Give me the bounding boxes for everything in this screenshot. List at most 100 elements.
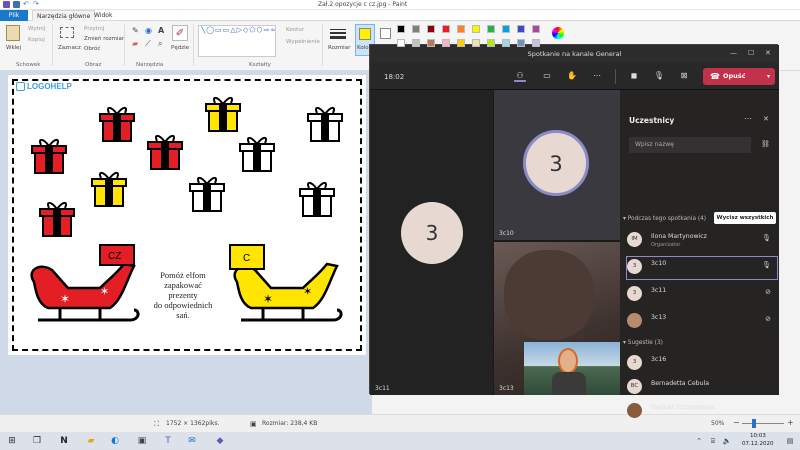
rotate-button[interactable]: Obróć xyxy=(84,46,100,52)
tab-view[interactable]: Widok xyxy=(90,10,116,21)
close-icon[interactable]: ✕ xyxy=(765,49,771,57)
file-explorer-icon[interactable]: ▰ xyxy=(85,435,97,447)
drawing-canvas[interactable]: ✶ ✶ CZ ✶ ✶ C Pomóż elfom zapakować prezenty d… xyxy=(8,75,366,355)
palette-swatch[interactable] xyxy=(502,25,510,33)
more-actions-icon[interactable]: ⋯ xyxy=(591,70,603,82)
color2-swatch[interactable] xyxy=(380,28,391,39)
zoom-slider[interactable] xyxy=(742,423,784,424)
tab-file[interactable]: Plik xyxy=(0,10,28,21)
palette-swatch[interactable] xyxy=(427,39,435,47)
palette-swatch[interactable] xyxy=(487,25,495,33)
teams-icon[interactable]: T xyxy=(162,435,174,447)
notion-icon[interactable]: N xyxy=(58,435,70,447)
search-input[interactable]: Wpisz nazwę xyxy=(629,137,751,153)
chevron-down-icon[interactable]: ▾ xyxy=(767,68,770,85)
palette-swatch[interactable] xyxy=(517,39,525,47)
palette-swatch[interactable] xyxy=(427,25,435,33)
edge-icon[interactable]: ◐ xyxy=(109,435,121,447)
palette-swatch[interactable] xyxy=(412,25,420,33)
eraser-icon[interactable]: ▰ xyxy=(132,39,138,48)
palette-swatch[interactable] xyxy=(397,25,405,33)
palette-swatch[interactable] xyxy=(472,39,480,47)
suggested-row[interactable]: BC Bernadetta Cebula xyxy=(627,377,777,399)
select-button[interactable]: Zaznacz xyxy=(58,45,81,51)
mic-muted-icon[interactable]: ⊘ xyxy=(765,288,771,296)
clock-time[interactable]: 10:03 xyxy=(750,433,766,439)
undo-icon[interactable]: ↶ xyxy=(23,1,30,8)
text-tool-icon[interactable]: A xyxy=(158,26,164,35)
leave-button[interactable]: ☎ Opuść ▾ xyxy=(703,68,775,85)
copy-button[interactable]: Kopiuj xyxy=(28,37,45,43)
task-view-icon[interactable]: ❐ xyxy=(31,435,43,447)
redo-icon[interactable]: ↷ xyxy=(33,1,40,8)
raise-hand-icon[interactable]: ✋ xyxy=(566,70,578,82)
edit-colors-icon[interactable] xyxy=(552,27,564,39)
participant-row[interactable]: IM Ilona Martynowicz Organizator 🎙 xyxy=(627,230,777,252)
palette-swatch[interactable] xyxy=(457,39,465,47)
tile-3c10[interactable]: 3 3c10 xyxy=(494,90,620,240)
palette-swatch[interactable] xyxy=(517,25,525,33)
size-icon[interactable] xyxy=(330,27,346,41)
tray-chevron-icon[interactable]: ⌃ xyxy=(693,435,705,447)
palette-swatch[interactable] xyxy=(472,25,480,33)
palette-swatch[interactable] xyxy=(442,39,450,47)
start-icon[interactable]: ⊞ xyxy=(6,435,18,447)
share-screen-icon[interactable]: ⊠ xyxy=(678,70,690,82)
network-icon[interactable]: ⌸ xyxy=(707,435,719,447)
palette-swatch[interactable] xyxy=(487,39,495,47)
participant-row[interactable]: 3 3c11 ⊘ xyxy=(627,284,777,306)
brushes-button[interactable]: Pędzle xyxy=(171,45,189,51)
clock-date[interactable]: 07.12.2020 xyxy=(742,441,774,447)
color-picker-icon[interactable]: ⟋ xyxy=(145,39,151,49)
paste-button[interactable]: Wklej xyxy=(6,45,21,51)
close-panel-icon[interactable]: ✕ xyxy=(763,115,769,123)
tile-3c11[interactable]: 3 3c11 xyxy=(370,90,493,395)
notifications-icon[interactable]: ▤ xyxy=(784,435,796,447)
participants-icon[interactable]: ⚇ xyxy=(514,70,526,82)
store-icon[interactable]: ▣ xyxy=(136,435,148,447)
save-icon[interactable] xyxy=(13,1,20,8)
palette-swatch[interactable] xyxy=(412,39,420,47)
outline-button[interactable]: Kontur xyxy=(286,27,304,33)
brushes-icon[interactable]: ✐ xyxy=(172,25,188,41)
select-icon[interactable] xyxy=(60,27,74,38)
paint-taskbar-icon[interactable]: ◆ xyxy=(214,435,226,447)
palette-swatch[interactable] xyxy=(457,25,465,33)
palette-swatch[interactable] xyxy=(532,39,540,47)
minimize-icon[interactable]: — xyxy=(730,49,737,57)
palette-swatch[interactable] xyxy=(532,25,540,33)
size-button[interactable]: Rozmiar xyxy=(328,45,350,51)
palette-swatch[interactable] xyxy=(397,39,405,47)
participant-row[interactable]: 3 3c10 🎙 xyxy=(626,256,778,280)
zoom-in-icon[interactable]: + xyxy=(787,418,794,427)
mic-muted-icon[interactable]: ⊘ xyxy=(765,315,771,323)
pencil-icon[interactable]: ✎ xyxy=(132,26,139,35)
palette-swatch[interactable] xyxy=(502,39,510,47)
microphone-icon[interactable]: 🎙 xyxy=(762,234,771,242)
crop-button[interactable]: Przytnij xyxy=(84,26,104,32)
microphone-icon[interactable]: 🎙 xyxy=(653,70,665,82)
resize-button[interactable]: Zmień rozmiar xyxy=(84,36,124,42)
outlook-icon[interactable]: ✉ xyxy=(186,435,198,447)
fill-icon[interactable]: ◉ xyxy=(145,26,152,35)
section-suggestions[interactable]: ▾ Sugestie (3) xyxy=(623,340,663,346)
palette-swatch[interactable] xyxy=(442,25,450,33)
tile-3c13[interactable]: 3c13 xyxy=(494,242,620,395)
section-in-meeting[interactable]: ▾ Podczas tego spotkania (4) xyxy=(623,216,706,222)
suggested-row[interactable]: 3 3c16 xyxy=(627,353,777,375)
self-view[interactable] xyxy=(524,342,620,395)
tab-home[interactable]: Narzędzia główne xyxy=(32,10,96,21)
participant-row[interactable]: 3c13 ⊘ xyxy=(627,311,777,333)
maximize-icon[interactable]: ☐ xyxy=(748,49,754,57)
paste-icon[interactable] xyxy=(6,25,20,41)
cut-button[interactable]: Wytnij xyxy=(28,26,45,32)
more-options-icon[interactable]: ⋯ xyxy=(744,114,752,123)
volume-icon[interactable]: 🔈 xyxy=(721,435,733,447)
camera-icon[interactable]: ◼ xyxy=(628,70,640,82)
chat-icon[interactable]: ▭ xyxy=(541,70,553,82)
suggested-row[interactable]: Dariusz Szczembara xyxy=(627,401,777,423)
fill-button[interactable]: Wypełnienie xyxy=(286,39,320,45)
shapes-gallery[interactable]: ╲◯▭▭△▷◇⬠⬡⇨⇦⇧⇩✦✧✩☆✱◌▢⬭ xyxy=(198,25,276,57)
microphone-icon[interactable]: 🎙 xyxy=(762,261,771,269)
mute-all-button[interactable]: Wycisz wszystkich xyxy=(714,212,776,224)
